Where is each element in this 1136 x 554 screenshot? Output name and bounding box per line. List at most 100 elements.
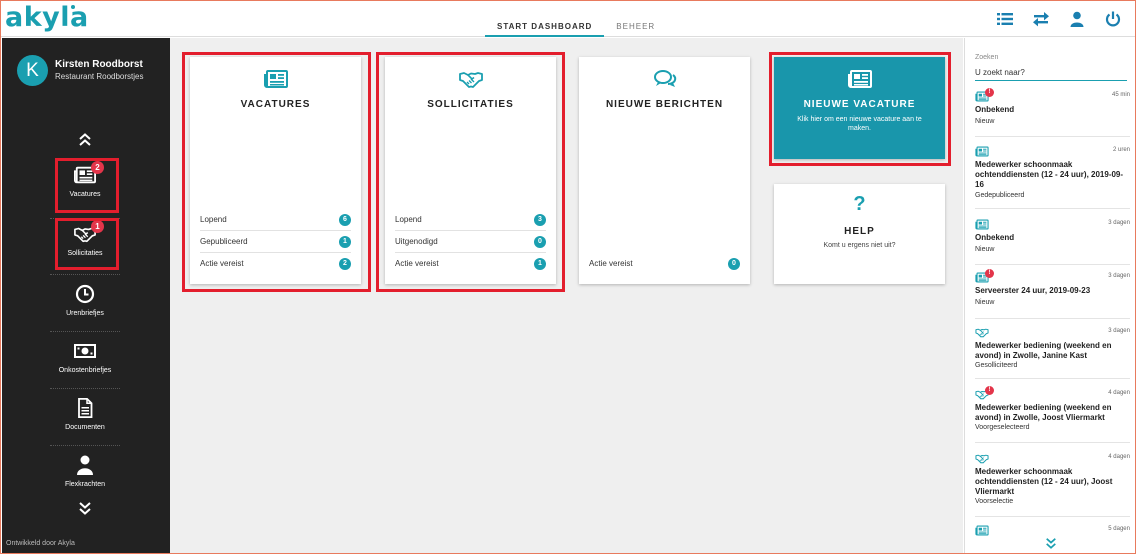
- card-title: NIEUWE VACATURE: [803, 99, 916, 110]
- newspaper-icon: [975, 525, 989, 536]
- card-nieuwe-berichten[interactable]: NIEUWE BERICHTEN Actie vereist 0: [579, 57, 750, 284]
- notification-time: 5 dagen: [1108, 526, 1130, 532]
- handshake-icon: [459, 69, 483, 89]
- row-label: Lopend: [395, 215, 422, 224]
- handshake-icon: [975, 327, 989, 338]
- sidebar-item-label: Flexkrachten: [64, 481, 106, 488]
- list-item[interactable]: Actie vereist 1: [395, 253, 546, 275]
- scroll-down-icon[interactable]: [1045, 536, 1057, 550]
- count-badge: 1: [339, 236, 351, 248]
- tab-start-dashboard[interactable]: START DASHBOARD: [485, 21, 605, 37]
- list-icon[interactable]: [997, 11, 1013, 27]
- newspaper-icon: 2: [74, 161, 104, 185]
- dashboard-main: VACATURES Lopend 6 Gepubliceerd 1 Actie ve…: [170, 38, 963, 553]
- row-label: Actie vereist: [395, 259, 439, 268]
- sidebar-item-vacatures[interactable]: 2 Vacatures: [50, 159, 120, 215]
- new-vacancy-button[interactable]: NIEUWE VACATURE Klik hier om een nieuwe …: [774, 57, 945, 159]
- akyla-logo[interactable]: akyla: [5, 2, 89, 33]
- person-icon: [74, 455, 96, 475]
- nav-divider: [50, 445, 120, 446]
- app-window: akyla START DASHBOARD BEHEER K Kirsten R…: [0, 0, 1136, 554]
- notification-item[interactable]: 2 uren Medewerker schoonmaak ochtenddien…: [975, 146, 1130, 204]
- logo-dot: [71, 5, 75, 9]
- notification-item[interactable]: 3 dagen Medewerker bediening (weekend en…: [975, 327, 1130, 373]
- handshake-icon: [975, 453, 989, 464]
- count-badge: 6: [339, 214, 351, 226]
- swap-icon[interactable]: [1033, 11, 1049, 27]
- row-label: Gepubliceerd: [200, 237, 248, 246]
- notification-status: Voorselectie: [975, 498, 1014, 505]
- row-label: Actie vereist: [200, 259, 244, 268]
- notification-time: 3 dagen: [1108, 328, 1130, 334]
- card-title: VACATURES: [240, 99, 311, 110]
- nav-divider: [50, 331, 120, 332]
- sidebar: K Kirsten Roodborst Restaurant Roodborst…: [2, 38, 170, 553]
- card-title: NIEUWE BERICHTEN: [605, 99, 724, 110]
- divider: [975, 318, 1130, 319]
- list-item[interactable]: Actie vereist 2: [200, 253, 351, 275]
- newspaper-icon: [975, 146, 989, 157]
- row-label: Uitgenodigd: [395, 237, 438, 246]
- alert-badge: !: [985, 386, 994, 395]
- list-item[interactable]: Lopend 6: [200, 209, 351, 231]
- notification-title: Onbekend: [975, 233, 1015, 242]
- user-icon[interactable]: [1069, 11, 1085, 27]
- notification-title: Serveerster 24 uur, 2019-09-23: [975, 286, 1091, 295]
- sidebar-item-documenten[interactable]: Documenten: [50, 392, 120, 448]
- divider: [975, 516, 1130, 517]
- notification-time: 4 dagen: [1108, 454, 1130, 460]
- card-subtitle: Komt u ergens niet uit?: [823, 242, 896, 249]
- notification-status: Nieuw: [975, 299, 995, 306]
- list-item[interactable]: Lopend 3: [395, 209, 546, 231]
- notification-item[interactable]: 3 dagen Onbekend Nieuw: [975, 219, 1130, 259]
- sidebar-item-flexkrachten[interactable]: Flexkrachten: [50, 449, 120, 493]
- chat-icon: [653, 69, 677, 89]
- count-badge: 2: [339, 258, 351, 270]
- top-icons: [997, 11, 1121, 27]
- sidebar-item-urenbriefjes[interactable]: Urenbriefjes: [50, 278, 120, 334]
- list-item[interactable]: Gepubliceerd 1: [200, 231, 351, 253]
- avatar[interactable]: K: [17, 55, 48, 86]
- notification-item[interactable]: ! 4 dagen Medewerker bediening (weekend …: [975, 386, 1130, 435]
- list-item[interactable]: Uitgenodigd 0: [395, 231, 546, 253]
- search-input[interactable]: [975, 65, 1127, 81]
- tab-beheer[interactable]: BEHEER: [604, 21, 667, 37]
- notification-time: 3 dagen: [1108, 273, 1130, 279]
- notification-status: Gesolliciteerd: [975, 362, 1018, 369]
- card-vacatures[interactable]: VACATURES Lopend 6 Gepubliceerd 1 Actie ve…: [190, 57, 361, 284]
- card-title: SOLLICITATIES: [427, 99, 514, 110]
- document-icon: [74, 397, 96, 419]
- sidebar-item-sollicitaties[interactable]: 1 Sollicitaties: [50, 218, 120, 274]
- help-card[interactable]: ? HELP Komt u ergens niet uit?: [774, 184, 945, 284]
- notification-item[interactable]: 4 dagen Medewerker schoonmaak ochtenddie…: [975, 453, 1130, 509]
- row-label: Lopend: [200, 215, 227, 224]
- divider: [975, 442, 1130, 443]
- newspaper-icon: [264, 69, 288, 89]
- user-name: Kirsten Roodborst: [55, 59, 143, 70]
- notifications-panel: Zoeken ! 45 min Onbekend Nieuw 2 uren Me…: [964, 38, 1135, 553]
- chevron-down-icon[interactable]: [78, 501, 92, 515]
- sidebar-item-onkostenbriefjes[interactable]: Onkostenbriefjes: [50, 335, 120, 391]
- chevron-up-icon[interactable]: [78, 133, 92, 147]
- notification-item[interactable]: ! 3 dagen Serveerster 24 uur, 2019-09-23…: [975, 269, 1130, 312]
- divider: [975, 136, 1130, 137]
- alert-badge: !: [985, 88, 994, 97]
- vacatures-badge: 2: [91, 161, 104, 174]
- nav-divider: [50, 274, 120, 275]
- count-badge: 0: [728, 258, 740, 270]
- alert-badge: !: [985, 269, 994, 278]
- notification-item[interactable]: ! 45 min Onbekend Nieuw: [975, 88, 1130, 131]
- money-icon: [74, 341, 96, 361]
- power-icon[interactable]: [1105, 11, 1121, 27]
- notification-title: Medewerker schoonmaak ochtenddiensten (1…: [975, 160, 1124, 189]
- main-tabs: START DASHBOARD BEHEER: [485, 21, 667, 37]
- notification-status: Nieuw: [975, 118, 995, 125]
- sidebar-item-label: Documenten: [65, 424, 105, 431]
- clock-icon: [74, 284, 96, 304]
- handshake-icon: 1: [74, 220, 104, 244]
- divider: [975, 378, 1130, 379]
- card-sollicitaties[interactable]: SOLLICITATIES Lopend 3 Uitgenodigd 0 Actie…: [385, 57, 556, 284]
- list-item[interactable]: Actie vereist 0: [589, 253, 740, 275]
- user-company: Restaurant Roodborstjes: [55, 72, 144, 81]
- top-bar: akyla START DASHBOARD BEHEER: [1, 1, 1135, 37]
